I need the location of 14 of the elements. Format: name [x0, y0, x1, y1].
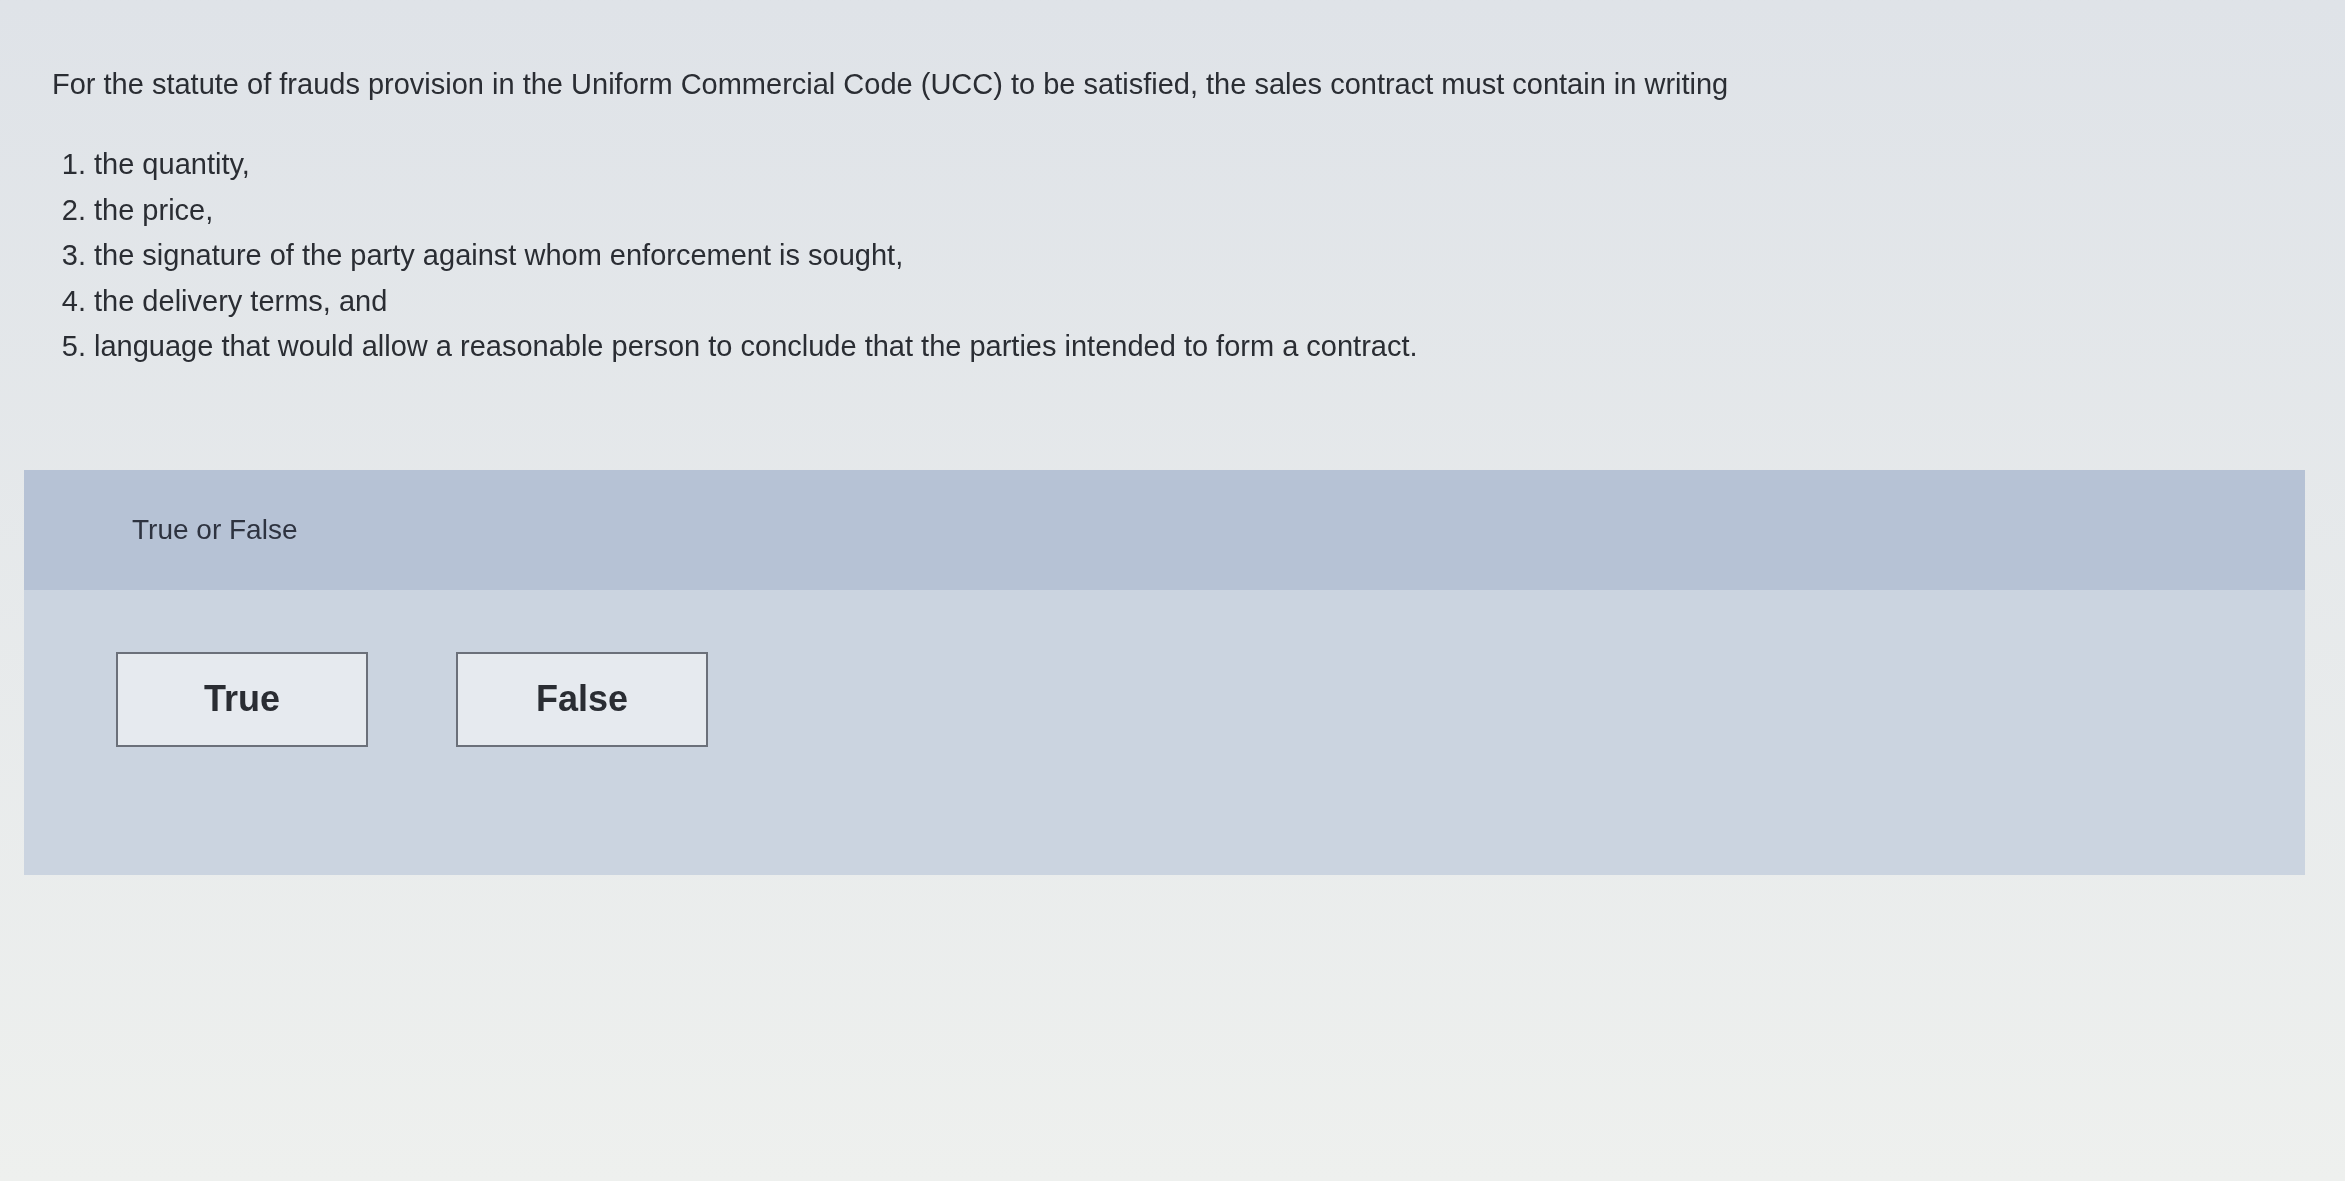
panel-title: True or False [132, 512, 298, 547]
list-number: 4. [60, 283, 86, 319]
list-item-text: the price, [94, 192, 214, 228]
question-text: For the statute of frauds provision in the Uniform Commercial Code (UCC) to be satisfied, the sales contract must contain in writing [52, 67, 1730, 102]
list-number: 1. [60, 147, 86, 182]
list-item-text: the quantity, [94, 147, 250, 182]
answer-button[interactable]: True [116, 651, 368, 747]
list-item-text: language that would allow a reasonable person to conclude that the parties intended to form a contract. [94, 329, 1418, 364]
list-item-text: the delivery terms, and [94, 283, 388, 319]
list-number: 5. [60, 329, 86, 364]
answer-button[interactable]: False [456, 651, 708, 747]
list-item-text: the signature of the party against whom enforcement is sought, [94, 238, 904, 273]
list-number: 3. [60, 238, 86, 273]
list-number: 2. [60, 192, 86, 228]
